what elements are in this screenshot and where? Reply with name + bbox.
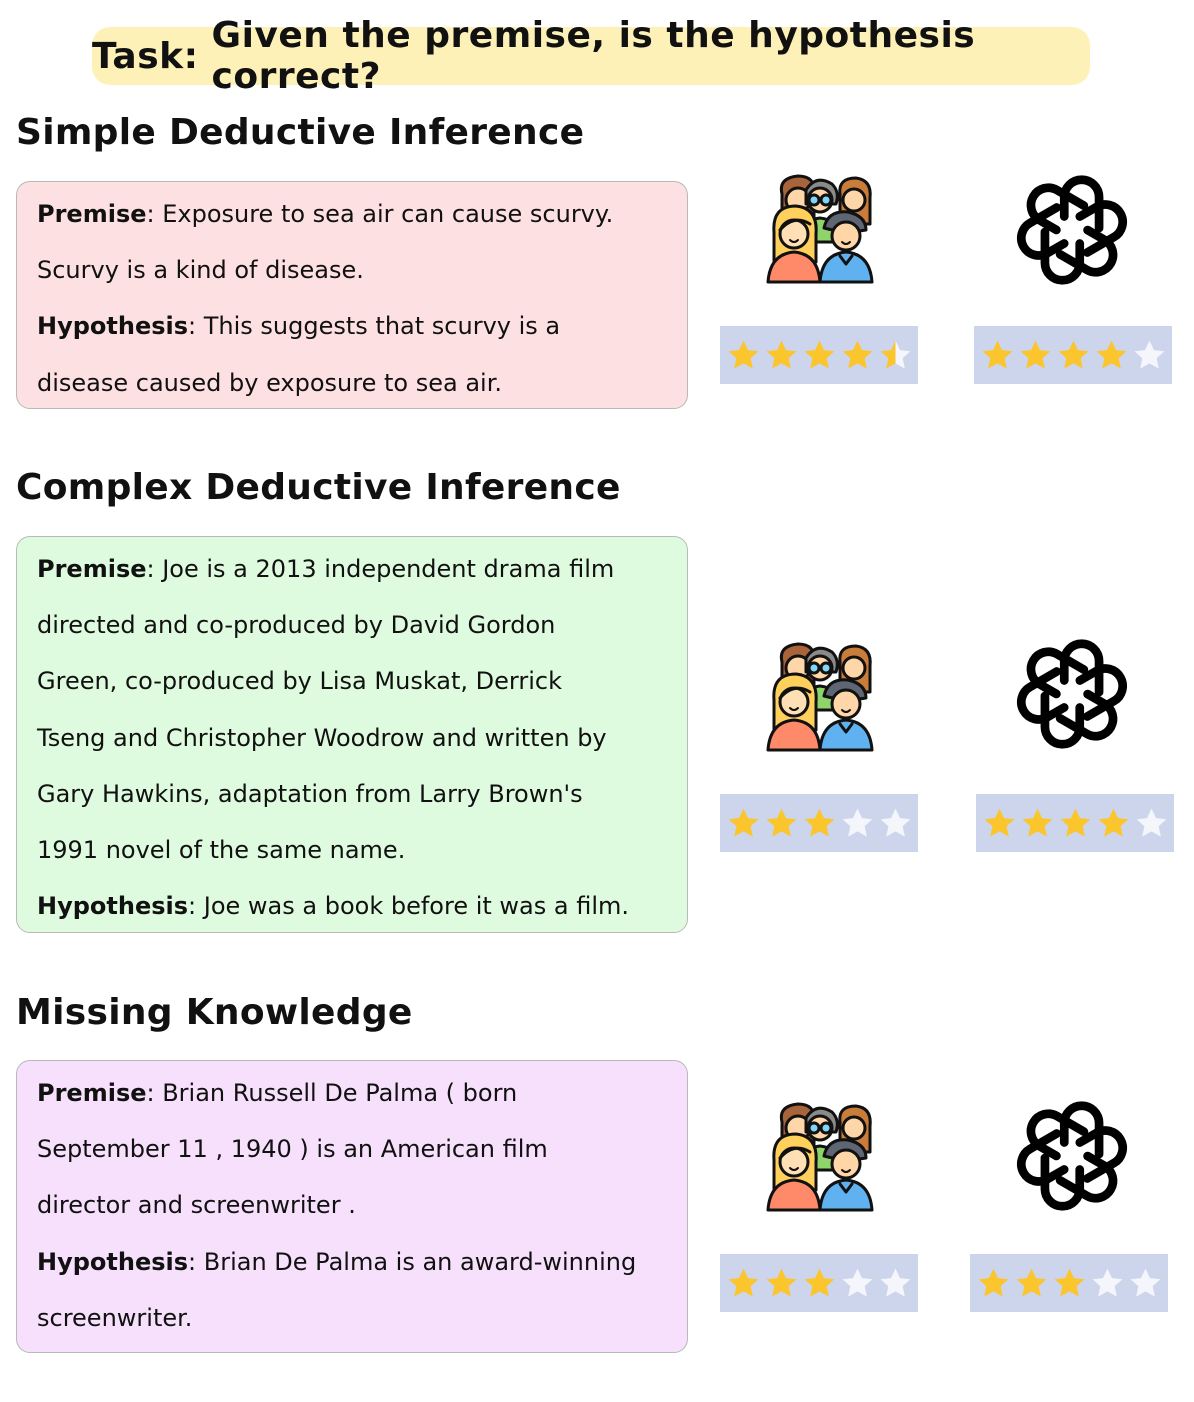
star-icon — [766, 340, 796, 369]
human-rating — [720, 326, 918, 384]
star-icon — [978, 1268, 1008, 1297]
star-icon — [1098, 808, 1128, 837]
star-icon — [842, 808, 872, 837]
star-icon — [728, 1268, 758, 1297]
example-box: Premise: Brian Russell De Palma ( born Se… — [16, 1060, 688, 1353]
star-icon — [1060, 808, 1090, 837]
hypothesis-label: Hypothesis — [37, 1247, 189, 1276]
openai-logo-icon — [1014, 636, 1130, 752]
premise-line: Green, co-produced by Lisa Muskat, Derri… — [37, 661, 669, 717]
star-icon — [728, 808, 758, 837]
hypothesis-text: Brian De Palma is an award-winning — [203, 1247, 637, 1276]
premise-text: directed and co-produced by David Gordon — [37, 611, 556, 640]
premise-text: Exposure to sea air can cause scurvy. — [162, 200, 614, 228]
star-icon — [880, 1268, 910, 1297]
star-icon — [842, 340, 872, 369]
star-icon — [880, 808, 910, 837]
star-icon — [1096, 340, 1126, 369]
star-icon — [728, 340, 758, 369]
premise-label: Premise — [37, 1079, 147, 1107]
hypothesis-line: Hypothesis: Joe was a book before it was… — [37, 892, 630, 921]
section-title: Complex Deductive Inference — [16, 467, 621, 508]
star-icon — [804, 1268, 834, 1297]
task-label: Task: — [92, 35, 199, 77]
premise-label: Premise — [37, 200, 147, 228]
premise-line: directed and co-produced by David Gordon — [37, 605, 669, 661]
people-group-icon — [760, 1098, 874, 1212]
hypothesis-text: Joe was a book before it was a film. — [203, 892, 630, 921]
star-icon — [1092, 1268, 1122, 1297]
star-icon — [1134, 340, 1164, 369]
hypothesis-line: screenwriter. — [37, 1298, 669, 1354]
hypothesis-text: screenwriter. — [37, 1303, 193, 1332]
star-icon — [1054, 1268, 1084, 1297]
hypothesis-text: disease caused by exposure to sea air. — [37, 368, 502, 397]
star-icon — [1022, 808, 1052, 837]
people-group-icon — [760, 638, 874, 752]
premise-line: 1991 novel of the same name. — [37, 830, 669, 886]
premise-line: Scurvy is a kind of disease. — [37, 250, 669, 306]
hypothesis-line: Hypothesis: This suggests that scurvy is… — [37, 312, 561, 341]
example-box: Premise: Joe is a 2013 independent drama… — [16, 536, 688, 933]
star-icon — [766, 1268, 796, 1297]
star-icon — [984, 808, 1014, 837]
star-icon — [1136, 808, 1166, 837]
openai-logo-icon — [1014, 1098, 1130, 1214]
openai-logo-icon — [1014, 172, 1130, 288]
star-icon — [804, 808, 834, 837]
human-rating — [720, 1254, 918, 1312]
gpt-rating — [976, 794, 1174, 852]
hypothesis-line: Hypothesis: Brian De Palma is an award-w… — [37, 1247, 637, 1276]
premise-text: Gary Hawkins, adaptation from Larry Brow… — [37, 779, 583, 808]
section-title: Simple Deductive Inference — [16, 112, 585, 153]
task-text: Given the premise, is the hypothesis cor… — [211, 15, 976, 97]
hypothesis-text: This suggests that scurvy is a — [203, 312, 561, 341]
premise-line: Premise: Brian Russell De Palma ( born — [37, 1079, 518, 1107]
gpt-rating — [970, 1254, 1168, 1312]
premise-line: Tseng and Christopher Woodrow and writte… — [37, 718, 669, 774]
premise-line: September 11 , 1940 ) is an American fil… — [37, 1129, 669, 1185]
hypothesis-line: disease caused by exposure to sea air. — [37, 363, 669, 419]
star-icon — [766, 808, 796, 837]
premise-text: Scurvy is a kind of disease. — [37, 256, 364, 285]
premise-text: Tseng and Christopher Woodrow and writte… — [37, 723, 607, 752]
premise-line: Premise: Joe is a 2013 independent drama… — [37, 555, 615, 583]
hypothesis-label: Hypothesis — [37, 312, 189, 341]
example-box: Premise: Exposure to sea air can cause s… — [16, 181, 688, 409]
gpt-rating — [974, 326, 1172, 384]
star-icon — [1020, 340, 1050, 369]
star-icon — [1016, 1268, 1046, 1297]
premise-text: 1991 novel of the same name. — [37, 835, 406, 864]
star-icon — [842, 1268, 872, 1297]
premise-line: Premise: Exposure to sea air can cause s… — [37, 200, 614, 228]
premise-text: Brian Russell De Palma ( born — [162, 1079, 518, 1107]
task-banner: Task: Given the premise, is the hypothes… — [92, 15, 1090, 97]
star-icon — [1058, 340, 1088, 369]
premise-label: Premise — [37, 555, 147, 583]
premise-text: director and screenwriter . — [37, 1191, 356, 1220]
section-title: Missing Knowledge — [16, 992, 413, 1033]
premise-text: September 11 , 1940 ) is an American fil… — [37, 1135, 548, 1164]
star-icon — [804, 340, 834, 369]
premise-line: Gary Hawkins, adaptation from Larry Brow… — [37, 774, 669, 830]
star-icon — [982, 340, 1012, 369]
human-rating — [720, 794, 918, 852]
people-group-icon — [760, 170, 874, 284]
star-icon — [1130, 1268, 1160, 1297]
star-icon — [880, 340, 910, 369]
hypothesis-label: Hypothesis — [37, 892, 189, 921]
premise-line: director and screenwriter . — [37, 1185, 669, 1241]
premise-text: Green, co-produced by Lisa Muskat, Derri… — [37, 667, 562, 696]
premise-text: Joe is a 2013 independent drama film — [162, 555, 615, 583]
